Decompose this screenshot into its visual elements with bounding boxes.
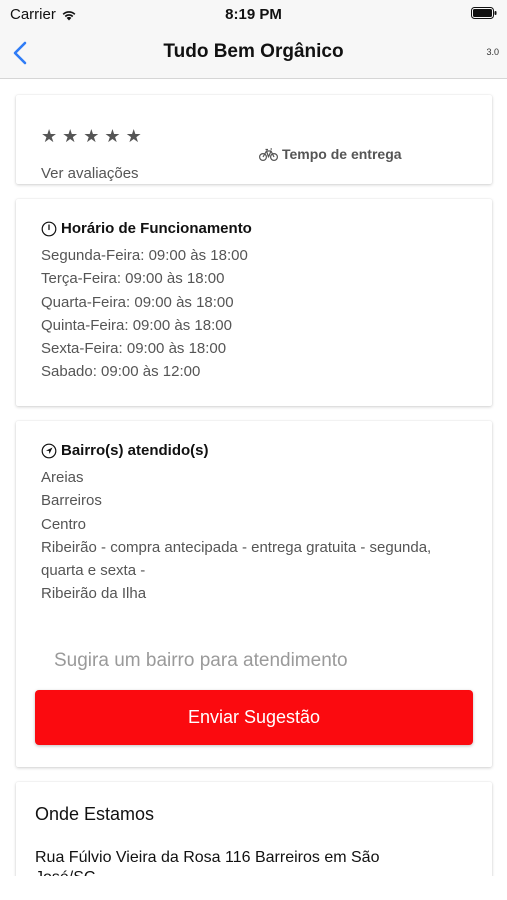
opening-hours-heading: Horário de Funcionamento [41,220,252,237]
hours-item: Quarta-Feira: 09:00 às 18:00 [41,293,234,311]
star-icon: ★ [83,126,100,146]
content-scroll[interactable]: ★ ★ ★ ★ ★ Ver avaliações Tempo de entreg… [0,79,507,876]
neighborhood-item: Ribeirão - compra antecipada - entrega g… [41,538,432,580]
delivery-time-label: Tempo de entrega [282,146,402,162]
neighborhood-item: Ribeirão da Ilha [41,585,147,603]
hours-list: Segunda-Feira: 09:00 às 18:00 Terça-Feir… [41,244,248,384]
star-rating[interactable]: ★ ★ ★ ★ ★ [41,126,142,147]
delivery-time: Tempo de entrega [259,146,402,162]
hours-item: Quinta-Feira: 09:00 às 18:00 [41,316,232,334]
clock-icon [41,221,57,236]
status-time: 8:19 PM [225,6,282,23]
star-icon: ★ [62,126,79,146]
neighborhoods-heading: Bairro(s) atendido(s) [41,442,209,459]
star-icon: ★ [104,126,121,146]
neighborhoods-list: Areias Barreiros Centro Ribeirão - compr… [41,466,461,606]
status-bar: Carrier 8:19 PM [0,0,507,28]
neighborhoods-title: Bairro(s) atendido(s) [61,442,209,459]
suggest-neighborhood-input[interactable] [54,647,454,675]
hours-item: Sabado: 09:00 às 12:00 [41,363,201,381]
neighborhood-item: Barreiros [41,492,102,510]
star-icon: ★ [41,126,58,146]
star-icon: ★ [125,126,142,146]
send-suggestion-button[interactable]: Enviar Sugestão [35,690,473,745]
hours-item: Sexta-Feira: 09:00 às 18:00 [41,340,227,358]
location-card: Onde Estamos Rua Fúlvio Vieira da Rosa 1… [16,782,492,876]
bicycle-icon [259,148,278,161]
neighborhood-item: Areias [41,469,84,486]
reviews-card: ★ ★ ★ ★ ★ Ver avaliações Tempo de entreg… [16,95,492,184]
page-title: Tudo Bem Orgânico [163,41,344,62]
see-reviews-link[interactable]: Ver avaliações [41,165,139,182]
opening-hours-title: Horário de Funcionamento [61,220,252,237]
location-title: Onde Estamos [35,804,155,824]
battery-icon [471,7,497,19]
neighborhoods-card: Bairro(s) atendido(s) Areias Barreiros C… [16,421,492,767]
location-address: Rua Fúlvio Vieira da Rosa 116 Barreiros … [35,849,380,876]
rating-value: 3.0 [486,47,499,57]
hours-item: Segunda-Feira: 09:00 às 18:00 [41,247,248,264]
hours-item: Terça-Feira: 09:00 às 18:00 [41,270,225,288]
neighborhood-item: Centro [41,515,87,533]
navigation-bar: Tudo Bem Orgânico 3.0 [0,28,507,79]
navigation-arrow-icon [41,443,57,458]
opening-hours-card: Horário de Funcionamento Segunda-Feira: … [16,199,492,406]
